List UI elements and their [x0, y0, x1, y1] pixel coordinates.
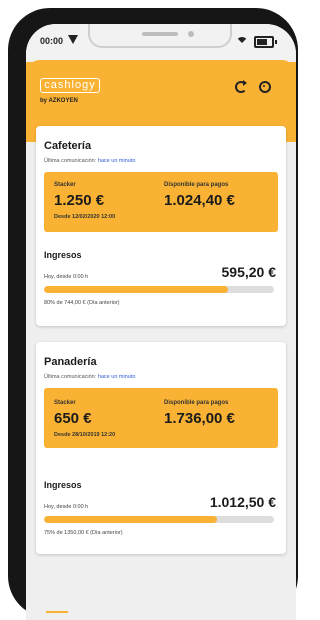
stacker-label: Stacker — [54, 400, 76, 406]
stacker-value: 650 € — [54, 410, 92, 427]
available-value: 1.024,40 € — [164, 192, 235, 209]
available-label: Disponible para pagos — [164, 182, 229, 188]
stacker-panel: Stacker 1.250 € Desde 12/02/2020 12:00 D… — [44, 172, 278, 232]
income-title: Ingresos — [44, 250, 82, 260]
bottom-indicator — [46, 611, 68, 613]
income-progress-fill — [44, 286, 228, 293]
stacker-value: 1.250 € — [54, 192, 105, 209]
stacker-label: Stacker — [54, 182, 76, 188]
phone-frame: 00:00 cashlogy by AZKOYEN Cafetería Últi… — [8, 8, 298, 620]
income-progress-bar — [44, 286, 274, 293]
status-bar: 00:00 — [26, 24, 296, 60]
battery-icon — [254, 36, 277, 48]
income-title: Ingresos — [44, 480, 82, 490]
wifi-icon — [236, 34, 248, 46]
last-communication: Última comunicación: hace un minuto — [44, 374, 135, 380]
notch — [88, 24, 232, 48]
last-communication-label: Última comunicación: — [44, 158, 97, 164]
shop-name: Cafetería — [44, 140, 92, 152]
last-communication-value[interactable]: hace un minuto — [98, 374, 136, 380]
stacker-since: Desde 12/02/2020 12:00 — [54, 214, 116, 220]
cashlogy-logo: cashlogy — [40, 78, 100, 93]
available-value: 1.736,00 € — [164, 410, 235, 427]
brand-byline: by AZKOYEN — [40, 98, 78, 104]
camera — [188, 31, 194, 37]
last-communication-value[interactable]: hace un minuto — [98, 158, 136, 164]
income-progress-bar — [44, 516, 274, 523]
refresh-icon[interactable] — [234, 80, 248, 94]
settings-icon[interactable] — [258, 80, 272, 94]
income-progress-text: 75% de 1350,00 € (Día anterior) — [44, 530, 123, 536]
income-total: 595,20 € — [221, 264, 277, 280]
last-communication: Última comunicación: hace un minuto — [44, 158, 135, 164]
shop-card[interactable]: Panadería Última comunicación: hace un m… — [36, 342, 286, 554]
income-today-label: Hoy, desde 0:00 h — [44, 504, 89, 510]
status-time: 00:00 — [40, 36, 64, 46]
shop-card[interactable]: Cafetería Última comunicación: hace un m… — [36, 126, 286, 326]
stacker-panel: Stacker 650 € Desde 28/10/2019 12:20 Dis… — [44, 388, 278, 448]
stacker-since: Desde 28/10/2019 12:20 — [54, 432, 116, 438]
income-progress-fill — [44, 516, 217, 523]
available-label: Disponible para pagos — [164, 400, 229, 406]
app-screen: 00:00 cashlogy by AZKOYEN Cafetería Últi… — [26, 24, 296, 620]
income-progress-text: 80% de 744,00 € (Día anterior) — [44, 300, 120, 306]
income-total: 1.012,50 € — [209, 494, 276, 510]
last-communication-label: Última comunicación: — [44, 374, 97, 380]
income-today-label: Hoy, desde 0:00 h — [44, 274, 89, 280]
shop-name: Panadería — [44, 356, 97, 368]
speaker — [142, 32, 178, 36]
signal-icon — [68, 35, 78, 44]
